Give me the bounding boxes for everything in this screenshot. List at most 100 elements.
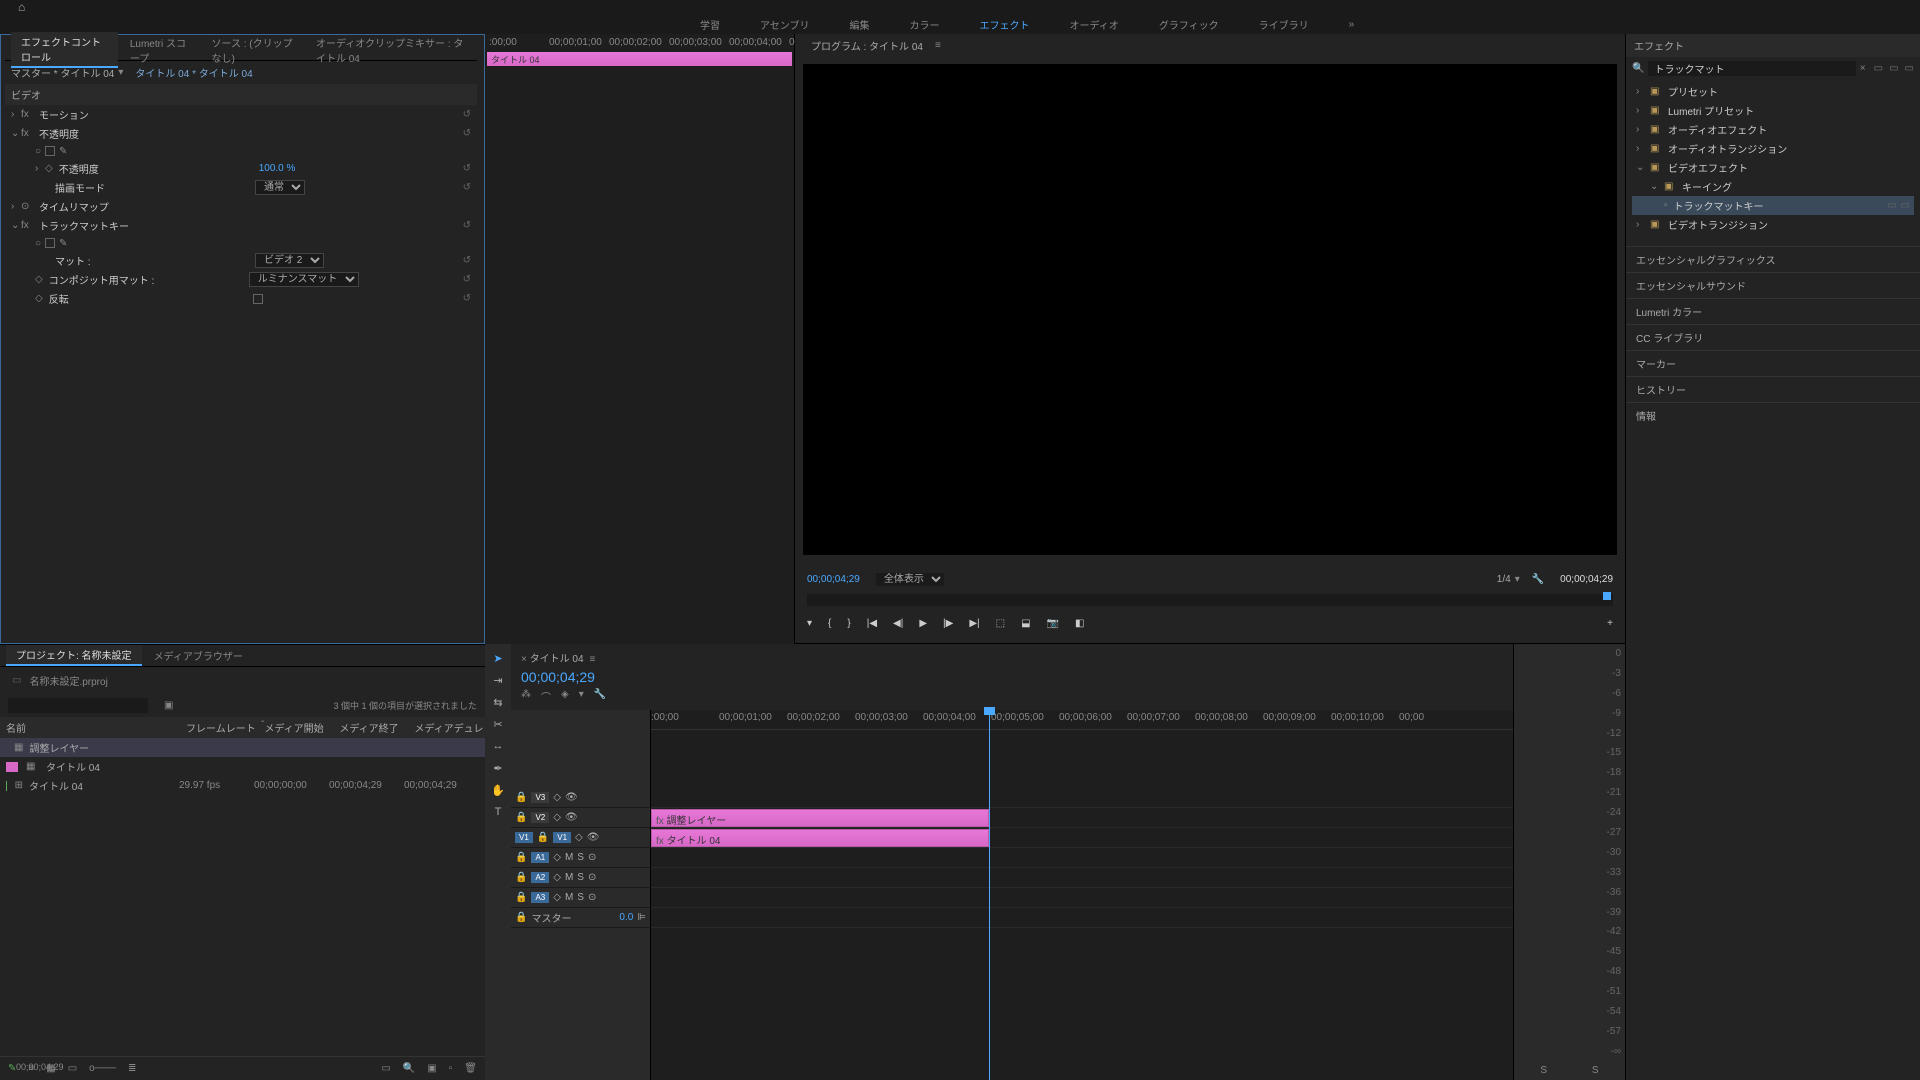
keyframe-icon[interactable]: ◇ [35,293,43,304]
panel-lumetri-color[interactable]: Lumetri カラー [1626,298,1920,324]
ec-motion[interactable]: モーション [39,107,239,122]
tree-audio-tr[interactable]: ›▣オーディオトランジション [1632,139,1914,158]
timeline-tab[interactable]: タイトル 04 [530,654,584,665]
timeline-playhead[interactable] [989,710,990,1080]
ec-opacity[interactable]: 不透明度 [39,126,239,141]
ec-clip-bar[interactable]: タイトル 04 [487,52,792,66]
program-viewport[interactable] [803,64,1617,555]
tab-menu-icon[interactable]: ≡ [935,40,941,51]
zoom-select[interactable]: 1/4 [1497,574,1511,585]
tree-video-fx[interactable]: ⌄▣ビデオエフェクト [1632,158,1914,177]
track-master[interactable] [651,908,1513,928]
mask-circle-icon[interactable]: ○ [35,146,41,157]
track-v3[interactable] [651,788,1513,808]
reset-icon[interactable]: ↺ [463,255,471,266]
track-header-v3[interactable]: 🔒V3◇👁 [511,788,650,808]
track-a1[interactable] [651,848,1513,868]
mark-in-icon[interactable]: ▾ [807,618,812,629]
composite-select[interactable]: ルミナンスマット [249,272,359,287]
mark-clip-icon[interactable]: } [847,618,850,629]
timeline-ruler[interactable]: :00;0000;00;01;0000;00;02;0000;00;03;000… [651,710,1513,730]
solo-button[interactable]: S [1540,1065,1547,1076]
track-a2[interactable] [651,868,1513,888]
workspace-assembly[interactable]: アセンブリ [760,17,810,32]
tree-lumetri[interactable]: ›▣Lumetri プリセット [1632,101,1914,120]
track-header-a3[interactable]: 🔒A3◇MS⊙ [511,888,650,908]
matte-select[interactable]: ビデオ 2 [255,253,324,268]
clip-v1[interactable]: fx タイトル 04 [651,829,989,847]
selection-tool-icon[interactable]: ➤ [490,650,506,666]
tree-audio-fx[interactable]: ›▣オーディオエフェクト [1632,120,1914,139]
fit-select[interactable]: 全体表示 [876,573,944,586]
opacity-value[interactable]: 100.0 % [259,163,359,174]
track-header-v1[interactable]: V1🔒V1◇👁 [511,828,650,848]
home-icon[interactable]: ⌂ [18,0,25,14]
track-v1[interactable]: fx タイトル 04 [651,828,1513,848]
ec-timeline-ruler[interactable]: :00;00 00;00;01;00 00;00;02;00 00;00;03;… [485,34,794,50]
mask-square-icon[interactable] [45,238,55,248]
timeline-tc[interactable]: 00;00;04;29 [521,669,1503,685]
fx-icon[interactable]: fx [21,109,35,120]
tab-source[interactable]: ソース : (クリップなし) [201,33,304,67]
workspace-graphics[interactable]: グラフィック [1159,17,1219,32]
reset-icon[interactable]: ↺ [463,182,471,193]
panel-markers[interactable]: マーカー [1626,350,1920,376]
tab-media-browser[interactable]: メディアブラウザー [144,646,253,665]
reset-icon[interactable]: ↺ [463,293,471,304]
settings-icon[interactable]: ▾ [579,689,584,704]
keyframe-icon[interactable]: ◇ [45,163,53,174]
step-back-icon[interactable]: ◀| [893,618,903,629]
snap-icon[interactable]: ⁂ [521,689,531,704]
mask-pen-icon[interactable]: ✎ [59,238,67,249]
col-start[interactable]: メディア開始 [264,720,339,735]
col-end[interactable]: メディア終了 [339,720,414,735]
project-row[interactable]: ⊞タイトル 0429.97 fps00;00;00;0000;00;04;290… [0,776,485,795]
tree-track-matte[interactable]: ▫トラックマットキー▭▭ [1632,196,1914,215]
track-v2[interactable]: fx 調整レイヤー [651,808,1513,828]
tab-effect-controls[interactable]: エフェクトコントロール [11,32,118,68]
project-row[interactable]: ▦調整レイヤー [0,738,485,757]
playhead-marker[interactable] [1603,592,1611,600]
badge-32-icon[interactable]: ▭ [1874,63,1883,74]
workspace-edit[interactable]: 編集 [850,17,870,32]
program-tab[interactable]: プログラム : タイトル 04 [803,36,931,55]
blend-mode-select[interactable]: 通常 [255,180,305,195]
track-header-a2[interactable]: 🔒A2◇MS⊙ [511,868,650,888]
track-header-v2[interactable]: 🔒V2◇👁 [511,808,650,828]
tree-presets[interactable]: ›▣プリセット [1632,82,1914,101]
workspace-audio[interactable]: オーディオ [1070,17,1119,32]
find-icon[interactable]: 🔍 [403,1063,415,1074]
workspace-color[interactable]: カラー [910,17,940,32]
reverse-checkbox[interactable] [253,294,263,304]
go-in-icon[interactable]: |◀ [867,618,877,629]
zoom-slider[interactable]: o─── [89,1063,116,1074]
panel-history[interactable]: ヒストリー [1626,376,1920,402]
mask-pen-icon[interactable]: ✎ [59,146,67,157]
solo-button[interactable]: S [1592,1065,1599,1076]
badge-accel-icon[interactable]: ▭ [1905,63,1914,74]
track-header-master[interactable]: 🔒マスター0.0⊫ [511,908,650,928]
reset-icon[interactable]: ↺ [463,220,471,231]
track-header-a1[interactable]: 🔒A1◇MS⊙ [511,848,650,868]
col-name[interactable]: 名前 [6,720,186,735]
reset-icon[interactable]: ↺ [463,163,471,174]
new-item-icon[interactable]: ▫ [449,1063,453,1074]
step-fwd-icon[interactable]: |▶ [943,618,953,629]
fx-icon[interactable]: fx [21,128,35,139]
panel-info[interactable]: 情報 [1626,402,1920,428]
clip-v2[interactable]: fx 調整レイヤー [651,809,989,827]
pen-tool-icon[interactable]: ✒ [490,760,506,776]
tab-project[interactable]: プロジェクト: 名称未設定 [6,645,142,666]
ec-track-matte[interactable]: トラックマットキー [39,218,239,233]
program-tc-left[interactable]: 00;00;04;29 [807,574,860,585]
wrench-icon[interactable]: 🔧 [594,689,606,704]
workspace-effects[interactable]: エフェクト [980,17,1030,32]
track-select-tool-icon[interactable]: ⇥ [490,672,506,688]
ripple-tool-icon[interactable]: ⇆ [490,694,506,710]
razor-tool-icon[interactable]: ✂ [490,716,506,732]
tree-keying[interactable]: ⌄▣キーイング [1632,177,1914,196]
new-bin-icon[interactable]: ▣ [427,1063,436,1074]
workspace-library[interactable]: ライブラリ [1259,17,1309,32]
workspace-learn[interactable]: 学習 [700,17,720,32]
play-icon[interactable]: ▶ [919,618,927,629]
